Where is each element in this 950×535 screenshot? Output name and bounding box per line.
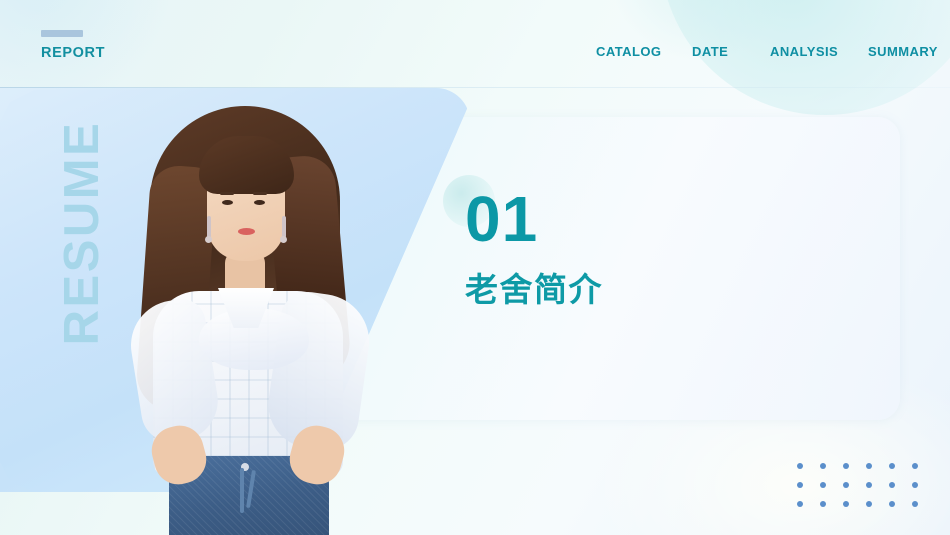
portrait-brow-right [253,192,267,195]
header-divider [0,87,950,88]
dot [820,463,826,469]
portrait-image [95,96,395,535]
brand-title: REPORT [41,45,106,61]
slide-root: REPORT CATALOG DATE ANALYSIS SUMMARY RES… [0,0,950,535]
dot [843,463,849,469]
portrait-lips [238,228,255,235]
dot [797,463,803,469]
decorative-dot-grid [797,463,918,507]
dot [912,501,918,507]
dot [912,482,918,488]
portrait-fringe [199,136,294,194]
nav-item-summary[interactable]: SUMMARY [868,44,942,60]
portrait-earring-left [205,236,212,243]
portrait-brow-left [220,192,234,195]
portrait-drawstring-left [240,468,244,513]
section-number: 01 [465,183,539,255]
brand-accent-bar [41,30,83,37]
dot [820,482,826,488]
dot [912,463,918,469]
dot [889,463,895,469]
portrait-earring-right [280,236,287,243]
nav-item-catalog[interactable]: CATALOG [596,44,692,60]
dot [866,463,872,469]
portrait-eye-left [222,200,233,205]
dot [889,501,895,507]
portrait-eye-right [254,200,265,205]
nav-item-date[interactable]: DATE [692,44,770,60]
section-heading: 01 老舍简介 [443,175,603,311]
dot [889,482,895,488]
nav-item-analysis[interactable]: ANALYSIS [770,44,868,60]
brand: REPORT [41,30,105,61]
main-nav: CATALOG DATE ANALYSIS SUMMARY [596,44,942,60]
portrait-earring-strand-right [282,216,286,238]
dot [797,482,803,488]
dot [797,501,803,507]
dot [866,501,872,507]
dot [820,501,826,507]
dot [843,482,849,488]
portrait-earring-strand-left [207,216,211,238]
dot [866,482,872,488]
dot [843,501,849,507]
page-header: REPORT CATALOG DATE ANALYSIS SUMMARY [0,0,950,88]
section-title: 老舍简介 [465,270,603,308]
